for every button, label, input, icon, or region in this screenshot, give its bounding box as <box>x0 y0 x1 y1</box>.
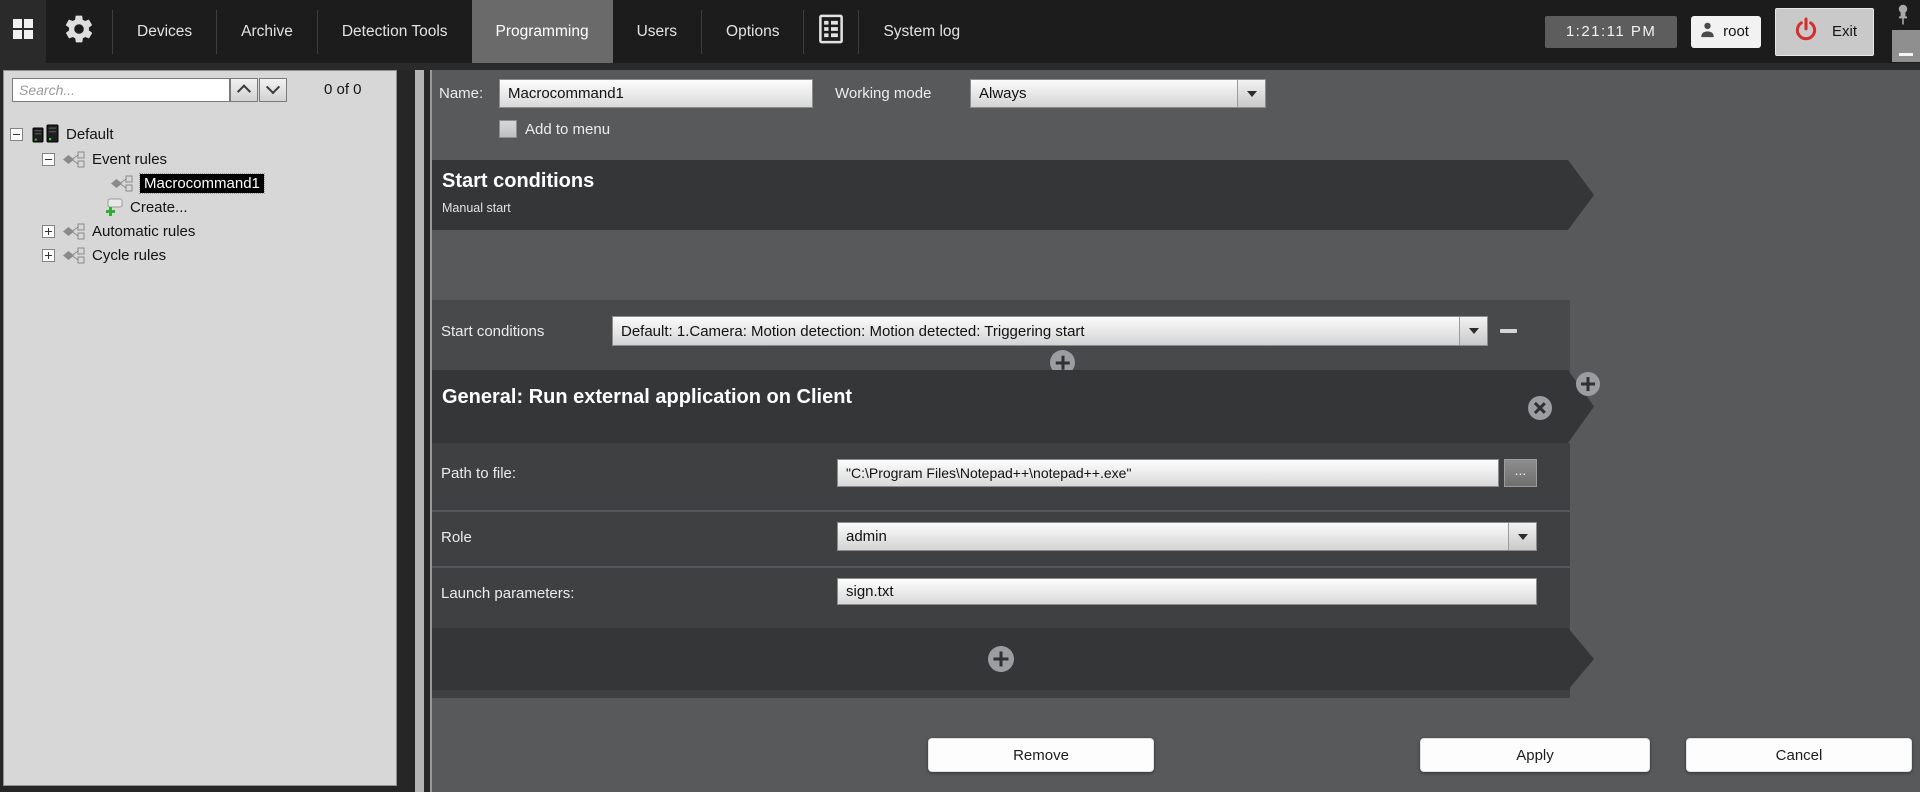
collapse-expander-icon[interactable] <box>42 153 55 166</box>
working-mode-value: Always <box>971 80 1237 107</box>
topbar-bottom-strip <box>0 63 1920 70</box>
current-user-button[interactable]: root <box>1691 16 1761 48</box>
remove-action-close-button[interactable] <box>1528 396 1552 420</box>
object-tree: Default Event rules Macrocommand1 Create… <box>4 121 396 267</box>
macro-icon <box>110 175 134 192</box>
role-row: Role admin <box>432 512 1570 568</box>
tab-system-log[interactable]: System log <box>859 0 984 63</box>
expand-expander-icon[interactable] <box>42 225 55 238</box>
role-select[interactable]: admin <box>837 522 1537 551</box>
macrocommand-properties-panel: Name: Working mode Always Add to menu St… <box>430 70 1920 792</box>
user-name: root <box>1723 23 1749 40</box>
apps-grid-icon <box>11 17 35 46</box>
top-menu-bar: Devices Archive Detection Tools Programm… <box>0 0 1920 63</box>
path-to-file-row: Path to file: ... <box>432 443 1570 512</box>
chevron-down-icon <box>1469 328 1479 334</box>
gear-icon <box>63 13 95 50</box>
add-to-menu-checkbox[interactable] <box>499 120 517 138</box>
tree-item-default[interactable]: Default <box>4 121 396 147</box>
tree-item-label[interactable]: Event rules <box>92 151 167 168</box>
server-icon <box>32 124 60 144</box>
action-section-header: General: Run external application on Cli… <box>432 370 1594 443</box>
tab-detection-tools[interactable]: Detection Tools <box>318 0 472 63</box>
apps-grid-button[interactable] <box>0 0 46 63</box>
role-label: Role <box>441 529 472 546</box>
tree-item-automatic-rules[interactable]: Automatic rules <box>4 219 396 243</box>
action-section-footer <box>432 628 1594 690</box>
panel-splitter-zone <box>400 70 430 792</box>
tab-archive[interactable]: Archive <box>217 0 317 63</box>
rules-icon <box>62 247 86 264</box>
start-condition-value: Default: 1.Camera: Motion detection: Mot… <box>613 317 1459 345</box>
tree-item-label[interactable]: Automatic rules <box>92 223 195 240</box>
user-icon <box>1699 21 1716 42</box>
tree-item-cycle-rules[interactable]: Cycle rules <box>4 243 396 267</box>
search-next-button[interactable] <box>259 78 287 102</box>
object-tree-panel: 0 of 0 Default Event rules Macrocommand1 <box>3 70 397 786</box>
chevron-down-icon <box>266 80 280 94</box>
search-result-count: 0 of 0 <box>324 81 362 98</box>
start-conditions-title: Start conditions <box>432 160 1594 193</box>
power-icon <box>1792 16 1820 48</box>
collapse-expander-icon[interactable] <box>10 128 23 141</box>
start-condition-select[interactable]: Default: 1.Camera: Motion detection: Mot… <box>612 316 1488 346</box>
tree-item-macrocommand1[interactable]: Macrocommand1 <box>4 171 396 195</box>
tree-item-label-selected[interactable]: Macrocommand1 <box>140 174 264 193</box>
name-input[interactable] <box>499 79 813 108</box>
chevron-down-icon <box>1247 91 1257 97</box>
add-action-plus-button[interactable] <box>1576 372 1600 396</box>
tree-item-label[interactable]: Default <box>66 126 114 143</box>
rules-icon <box>62 223 86 240</box>
expand-expander-icon[interactable] <box>42 249 55 262</box>
path-to-file-input[interactable] <box>837 459 1499 487</box>
chevron-down-icon <box>1518 534 1528 540</box>
remove-button[interactable]: Remove <box>928 738 1154 772</box>
exit-button[interactable]: Exit <box>1775 8 1874 56</box>
clock-display: 1:21:11 PM <box>1545 16 1677 48</box>
start-conditions-subtitle: Manual start <box>432 193 1594 215</box>
rules-icon <box>62 151 86 168</box>
working-mode-select[interactable]: Always <box>970 79 1266 108</box>
role-value: admin <box>838 523 1508 550</box>
working-mode-label: Working mode <box>835 85 931 102</box>
dropdown-arrow-button[interactable] <box>1237 80 1265 107</box>
tree-item-create[interactable]: Create... <box>4 195 396 219</box>
tree-search-row: 0 of 0 <box>4 71 396 109</box>
create-new-icon <box>104 198 124 217</box>
cancel-button[interactable]: Cancel <box>1686 738 1912 772</box>
path-to-file-label: Path to file: <box>441 465 516 482</box>
add-to-menu-label: Add to menu <box>525 121 610 138</box>
report-icon <box>818 14 844 49</box>
start-conditions-section-header: Start conditions Manual start <box>432 160 1594 230</box>
launch-parameters-label: Launch parameters: <box>441 585 574 602</box>
tab-devices[interactable]: Devices <box>113 0 216 63</box>
panel-splitter-handle[interactable] <box>415 70 424 792</box>
launch-parameters-row: Launch parameters: <box>432 568 1570 626</box>
tree-item-event-rules[interactable]: Event rules <box>4 147 396 171</box>
start-conditions-label: Start conditions <box>441 323 544 340</box>
system-log-icon-button[interactable] <box>804 0 858 63</box>
tab-options[interactable]: Options <box>702 0 803 63</box>
settings-gear-button[interactable] <box>46 0 112 63</box>
exit-label: Exit <box>1832 23 1857 40</box>
tree-item-label[interactable]: Create... <box>130 199 188 216</box>
browse-file-button[interactable]: ... <box>1504 459 1537 487</box>
remove-condition-minus-button[interactable] <box>1500 329 1517 333</box>
apply-button[interactable]: Apply <box>1420 738 1650 772</box>
search-input[interactable] <box>12 78 230 102</box>
tab-programming[interactable]: Programming <box>472 0 613 63</box>
chevron-up-icon <box>237 84 251 98</box>
search-prev-button[interactable] <box>230 78 258 102</box>
dropdown-arrow-button[interactable] <box>1459 317 1487 345</box>
action-section-title: General: Run external application on Cli… <box>432 370 1594 409</box>
pin-icon[interactable] <box>1894 3 1912 27</box>
collapsed-panel-handle[interactable] <box>1892 30 1920 62</box>
dropdown-arrow-button[interactable] <box>1508 523 1536 550</box>
name-label: Name: <box>439 85 483 102</box>
launch-parameters-input[interactable] <box>837 578 1537 605</box>
tree-item-label[interactable]: Cycle rules <box>92 247 166 264</box>
tab-users[interactable]: Users <box>613 0 701 63</box>
add-new-action-plus-button[interactable] <box>988 646 1014 672</box>
